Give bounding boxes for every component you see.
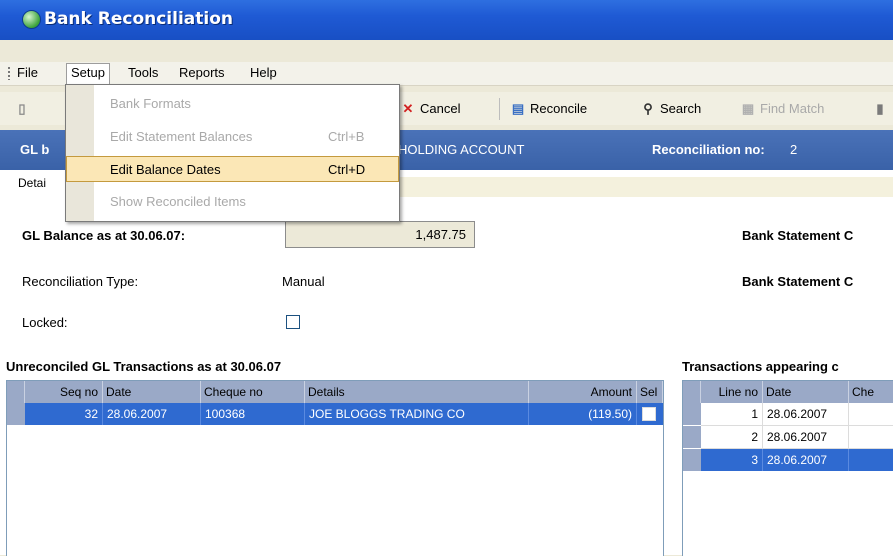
cell-line: 3 [701,449,763,471]
menu-item-label: Show Reconciled Items [110,194,246,209]
menu-setup[interactable]: Setup [66,63,110,84]
table-row[interactable]: 3 28.06.2007 [701,449,893,471]
reconciliation-no-label: Reconciliation no: [652,142,765,157]
search-button[interactable]: ⚲ Search [640,100,701,118]
toolbar-separator [499,98,500,120]
cancel-button[interactable]: ✕ Cancel [400,100,461,118]
cancel-label: Cancel [420,101,461,116]
reconciliation-no-value: 2 [790,142,798,157]
setup-menu: Bank Formats Edit Statement Balances Ctr… [65,84,400,222]
account-name: HOLDING ACCOUNT [398,142,525,157]
table-row[interactable]: 32 28.06.2007 100368 JOE BLOGGS TRADING … [25,403,663,425]
reconciliation-type-value: Manual [282,274,325,289]
col-details[interactable]: Details [305,381,529,403]
unreconciled-title: Unreconciled GL Transactions as at 30.06… [6,359,282,374]
report-icon: ▮ [876,101,884,116]
gl-balance-label: GL Balance as at 30.06.07: [22,228,186,243]
menu-item-label: Bank Formats [110,96,191,111]
locked-checkbox[interactable] [286,315,300,329]
menu-item-bank-formats[interactable]: Bank Formats [66,91,399,117]
tab-details[interactable]: Detai [6,170,64,200]
col-cheque-no[interactable]: Cheque no [201,381,305,403]
cell-details: JOE BLOGGS TRADING CO [305,403,529,425]
menu-item-label: Edit Balance Dates [110,162,221,177]
menu-item-shortcut: Ctrl+B [328,129,365,144]
cell-seq: 32 [25,403,103,425]
binoculars-icon: ⚲ [643,101,653,116]
menu-tools[interactable]: Tools [124,64,162,82]
col-amount[interactable]: Amount [529,381,637,403]
tab-band [395,177,893,197]
menu-item-label: Edit Statement Balances [110,129,253,144]
menu-help[interactable]: Help [246,64,281,82]
menu-item-edit-statement-balances[interactable]: Edit Statement Balances Ctrl+B [66,124,399,150]
menu-item-shortcut: Ctrl+D [328,162,366,177]
menu-bar: File Setup Tools Reports Help [0,62,893,86]
find-match-button[interactable]: ▦ Find Match [740,100,824,118]
table-row[interactable]: 1 28.06.2007 [701,403,893,426]
unreconciled-grid[interactable]: Seq no Date Cheque no Details Amount Sel… [6,380,664,556]
col-cheque[interactable]: Che [849,381,893,403]
report-button[interactable]: ▮ [872,100,888,118]
col-line-no[interactable]: Line no [701,381,763,403]
cancel-icon: ✕ [402,101,414,116]
cell-date: 28.06.2007 [763,426,849,448]
cell-amount: (119.50) [529,403,637,425]
table-row[interactable]: 2 28.06.2007 [701,426,893,449]
bank-statement-label-1: Bank Statement C [742,228,854,243]
new-document-icon: ▯ [18,101,26,116]
menu-item-show-reconciled-items[interactable]: Show Reconciled Items [66,189,399,215]
tab-details-label: Detai [18,176,47,190]
row-header[interactable] [7,403,25,425]
reconcile-icon: ▤ [511,101,525,116]
col-seq-no[interactable]: Seq no [25,381,103,403]
col-sel[interactable]: Sel [637,381,663,403]
gl-balance-field[interactable]: 1,487.75 [285,221,475,248]
col-date[interactable]: Date [103,381,201,403]
reconciliation-type-label: Reconciliation Type: [22,274,139,289]
cell-cheque: 100368 [201,403,305,425]
reconcile-label: Reconcile [530,101,588,116]
cell-date: 28.06.2007 [103,403,201,425]
cell-line: 1 [701,403,763,425]
bank-transactions-grid[interactable]: Line no Date Che 1 28.06.2007 2 28.06.20… [682,380,893,556]
row-header[interactable] [683,426,701,448]
reconcile-button[interactable]: ▤ Reconcile [510,100,587,118]
find-match-icon: ▦ [741,101,755,116]
locked-label: Locked: [22,315,68,330]
find-match-label: Find Match [760,101,825,116]
menubar-grip [8,67,10,80]
cell-line: 2 [701,426,763,448]
search-label: Search [660,101,702,116]
row-select-checkbox[interactable] [642,407,656,421]
col-date[interactable]: Date [763,381,849,403]
menu-item-edit-balance-dates[interactable]: Edit Balance Dates Ctrl+D [66,156,399,182]
bank-transactions-title: Transactions appearing c [682,359,839,374]
menu-reports[interactable]: Reports [175,64,229,82]
cell-date: 28.06.2007 [763,403,849,425]
details-panel: GL Balance as at 30.06.07: 1,487.75 Bank… [0,200,893,556]
row-header[interactable] [683,449,701,471]
gl-bank-label: GL b [20,142,50,157]
new-button[interactable]: ▯ [14,100,30,118]
bank-statement-label-2: Bank Statement C [742,274,854,289]
cell-date: 28.06.2007 [763,449,849,471]
grid-corner [683,381,701,403]
title-bar: Bank Reconciliation [0,0,893,40]
window-title: Bank Reconciliation [44,9,234,29]
app-icon [22,10,41,29]
grid-corner [7,381,25,403]
cell-sel [637,403,663,425]
menu-file[interactable]: File [13,64,42,82]
row-header[interactable] [683,403,701,425]
